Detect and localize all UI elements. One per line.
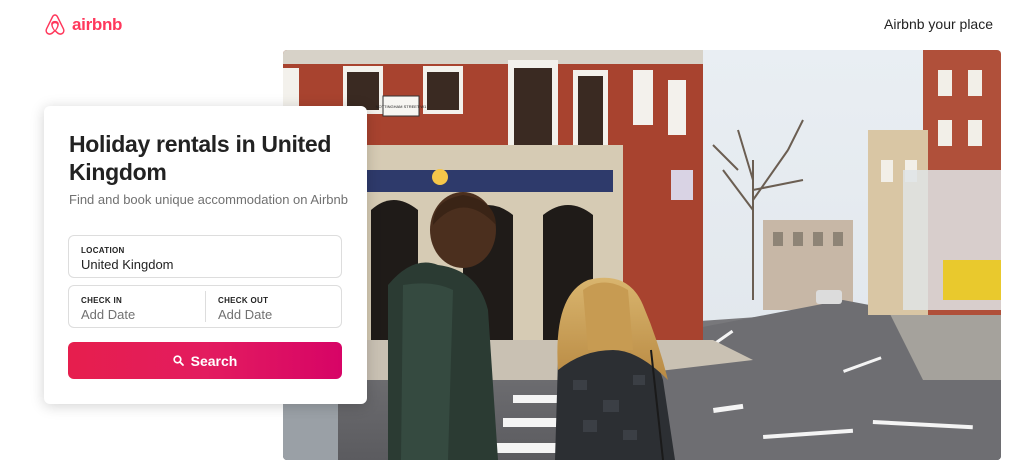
check-out-field[interactable]: CHECK OUT Add Date — [205, 291, 341, 322]
search-button-label: Search — [190, 352, 238, 369]
search-button[interactable]: Search — [68, 342, 342, 379]
airbnb-logo[interactable]: airbnb — [44, 13, 122, 36]
search-card: Holiday rentals in United Kingdom Find a… — [44, 106, 367, 404]
search-icon — [172, 355, 184, 366]
hero-image: NOTTINGHAM STREET W1 — [283, 50, 1001, 460]
street-sign: NOTTINGHAM STREET W1 — [376, 104, 428, 109]
page-subtitle: Find and book unique accommodation on Ai… — [69, 192, 348, 207]
airbnb-logo-icon — [45, 14, 65, 35]
check-in-field[interactable]: CHECK IN Add Date — [69, 286, 205, 327]
brand-name: airbnb — [72, 14, 123, 34]
location-label: LOCATION — [81, 246, 125, 255]
location-field[interactable]: LOCATION United Kingdom — [68, 235, 342, 278]
dates-field: CHECK IN Add Date CHECK OUT Add Date — [68, 285, 342, 328]
location-value[interactable]: United Kingdom — [81, 257, 174, 272]
top-bar: airbnb Airbnb your place — [0, 0, 1024, 50]
check-out-placeholder[interactable]: Add Date — [218, 307, 272, 322]
check-in-label: CHECK IN — [81, 296, 123, 305]
check-in-placeholder[interactable]: Add Date — [81, 307, 135, 322]
page-title: Holiday rentals in United Kingdom — [69, 131, 332, 185]
check-out-label: CHECK OUT — [218, 296, 269, 305]
host-link[interactable]: Airbnb your place — [884, 16, 993, 32]
